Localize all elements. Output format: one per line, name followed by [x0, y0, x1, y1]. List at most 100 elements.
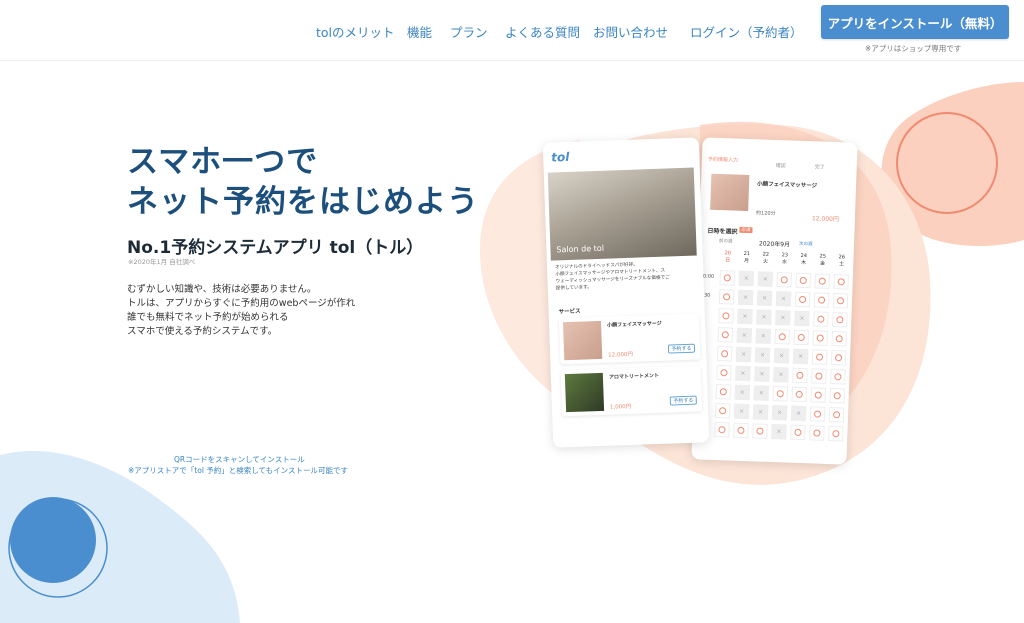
- nav-login[interactable]: ログイン（予約者）: [690, 22, 803, 41]
- qr-scan-note: ※アプリストアで「tol 予約」と検索してもインストール可能です: [128, 466, 349, 475]
- slot-unavailable: ×: [790, 405, 807, 422]
- slot-unavailable: ×: [754, 366, 770, 382]
- slot-unavailable: ×: [738, 270, 755, 287]
- calendar-day-header: 25 金: [819, 253, 827, 267]
- slot-available[interactable]: [809, 425, 825, 441]
- service-card[interactable]: 小顔フェイスマッサージ 12,000円 予約する: [559, 313, 701, 364]
- slot-available[interactable]: [831, 331, 847, 347]
- slot-available[interactable]: [832, 312, 848, 328]
- slot-available[interactable]: [828, 406, 845, 423]
- slot-unavailable: ×: [775, 310, 791, 326]
- salon-name: Salon de tol: [556, 243, 605, 255]
- slot-available[interactable]: [715, 384, 732, 400]
- slot-available[interactable]: [795, 272, 811, 289]
- slot-unavailable: ×: [757, 271, 774, 287]
- install-app-button[interactable]: アプリをインストール（無料）: [821, 5, 1009, 39]
- slot-available[interactable]: [832, 293, 849, 309]
- step-done: 完了: [814, 164, 825, 171]
- install-note: ※アプリはショップ専用です: [865, 44, 962, 53]
- required-badge: 必須: [739, 226, 753, 234]
- nav-plans[interactable]: プラン: [450, 22, 488, 41]
- slot-available[interactable]: [811, 349, 828, 365]
- booking-duration: 約120分: [755, 210, 776, 217]
- description-line: 誰でも無料でネット予約が始められる: [127, 312, 289, 323]
- slot-available[interactable]: [813, 292, 830, 308]
- slot-available[interactable]: [714, 421, 730, 438]
- slot-unavailable: ×: [756, 290, 773, 306]
- slot-available[interactable]: [719, 270, 736, 286]
- slot-available[interactable]: [830, 369, 846, 385]
- hero-headline-line2: ネット予約をはじめよう: [127, 184, 479, 220]
- slot-available[interactable]: [752, 423, 768, 439]
- service-section-label: サービス: [558, 308, 581, 316]
- calendar-day-header: 22 火: [762, 251, 770, 265]
- slot-unavailable: ×: [737, 289, 754, 306]
- salon-intro: オリジナルのドライヘッドスパが好評。 小顔フェイスマッサージやアロマトリートメン…: [555, 260, 670, 292]
- service-name: アロマトリートメント: [608, 372, 660, 381]
- slot-unavailable: ×: [773, 348, 790, 364]
- reserve-button[interactable]: 予約する: [669, 395, 697, 406]
- slot-available[interactable]: [733, 422, 749, 439]
- description-line: トルは、アプリからすぐに予約用のwebページが作れ: [127, 298, 356, 309]
- slot-available[interactable]: [810, 387, 827, 403]
- slot-available[interactable]: [716, 346, 733, 362]
- phone-salon-screen: tol Salon de tol オリジナルのドライヘッドスパが好評。 小顔フェ…: [542, 137, 710, 448]
- slot-available[interactable]: [828, 425, 844, 442]
- slot-available[interactable]: [714, 402, 731, 419]
- slot-available[interactable]: [718, 308, 734, 324]
- calendar-grid: 20日21月22火23水24木25金26土10:00××0:30×××0××××…: [693, 247, 850, 462]
- calendar-day-header: 20 日: [724, 250, 732, 264]
- slot-available[interactable]: [790, 424, 806, 441]
- nav-features[interactable]: 機能: [407, 22, 432, 41]
- description-line: スマホで使える予約システムです。: [127, 326, 278, 337]
- header-divider: [0, 60, 1024, 61]
- slot-unavailable: ×: [771, 423, 787, 440]
- slot-unavailable: ×: [734, 384, 751, 401]
- slot-unavailable: ×: [792, 348, 809, 365]
- slot-available[interactable]: [812, 330, 828, 346]
- service-thumb: [710, 173, 750, 212]
- booking-service-name: 小顔フェイスマッサージ: [756, 181, 818, 190]
- slot-available[interactable]: [829, 387, 845, 404]
- slot-available[interactable]: [718, 289, 735, 305]
- tol-logo: tol: [550, 149, 570, 165]
- nav-merits[interactable]: tolのメリット: [316, 22, 395, 41]
- slot-available[interactable]: [833, 274, 849, 290]
- service-thumb: [564, 372, 605, 413]
- reserve-button[interactable]: 予約する: [667, 343, 696, 354]
- slot-available[interactable]: [774, 329, 791, 345]
- slot-unavailable: ×: [735, 346, 752, 363]
- slot-unavailable: ×: [755, 328, 772, 344]
- qr-scan-text: QRコードをスキャンしてインストール: [174, 455, 305, 464]
- slot-available[interactable]: [776, 272, 793, 288]
- prev-week-link[interactable]: 前の週: [719, 238, 733, 244]
- slot-available[interactable]: [811, 368, 827, 384]
- description-line: むずかしい知識や、技術は必要ありません。: [127, 284, 317, 295]
- calendar-day-header: 21 月: [743, 250, 751, 265]
- service-card[interactable]: アロマトリートメント 1,000円 予約する: [561, 365, 703, 416]
- slot-available[interactable]: [792, 367, 808, 384]
- slot-available[interactable]: [793, 329, 810, 346]
- slot-available[interactable]: [717, 327, 734, 343]
- slot-available[interactable]: [791, 386, 808, 403]
- slot-unavailable: ×: [756, 309, 772, 325]
- slot-available[interactable]: [809, 406, 826, 422]
- calendar-day-header: 23 水: [781, 252, 789, 266]
- service-name: 小顔フェイスマッサージ: [607, 320, 662, 329]
- slot-available[interactable]: [716, 365, 732, 381]
- hero-subtitle: No.1予約システムアプリ tol（トル）: [127, 238, 424, 258]
- step-confirm: 確認: [775, 162, 786, 170]
- slot-available[interactable]: [814, 273, 830, 289]
- slot-available[interactable]: [830, 350, 847, 366]
- nav-contact[interactable]: お問い合わせ: [593, 22, 668, 41]
- nav-faq[interactable]: よくある質問: [505, 22, 580, 41]
- slot-available[interactable]: [794, 291, 811, 308]
- next-week-link[interactable]: 次の週: [799, 241, 813, 247]
- service-thumb: [562, 320, 603, 361]
- hero-description: むずかしい知識や、技術は必要ありません。 トルは、アプリからすぐに予約用のweb…: [127, 283, 355, 339]
- hero-headline-line1: スマホ一つで: [127, 144, 319, 180]
- slot-unavailable: ×: [737, 308, 753, 325]
- slot-available[interactable]: [813, 311, 829, 327]
- service-price: 1,000円: [609, 403, 632, 411]
- slot-available[interactable]: [772, 386, 789, 402]
